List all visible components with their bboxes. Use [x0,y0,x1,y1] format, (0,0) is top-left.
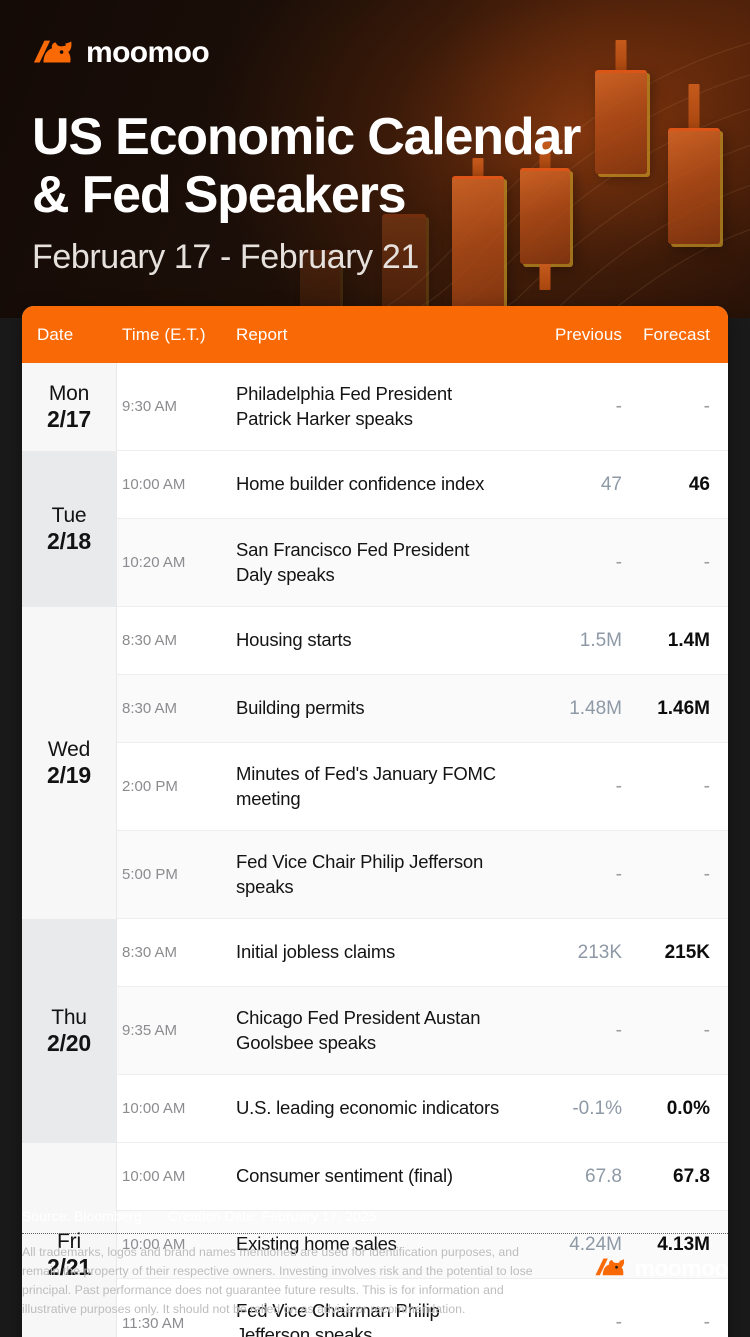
table-body: Mon 2/17 Tue 2/18 Wed 2/19 Thu 2/20 Fri 2/21 9:30… [22,363,728,1337]
cell-forecast: - [703,775,710,797]
footer: Source: Bloomberg Creation Date: Februar… [0,1208,750,1319]
footer-brand-logo: moomoo [594,1243,729,1281]
cell-report: Minutes of Fed's January FOMC meeting [236,763,496,809]
date-cell: Tue 2/18 [22,451,117,607]
table-row: 10:00 AM Consumer sentiment (final) 67.8 67… [117,1143,728,1211]
cell-forecast: 0.0% [666,1097,710,1119]
table-row: 8:30 AM Building permits 1.48M 1.46M [117,675,728,743]
date-cell-daynumber: 2/20 [47,1029,91,1056]
column-header-report: Report [236,324,288,344]
column-header-previous: Previous [555,324,622,344]
table-row: 10:20 AM San Francisco Fed President Daly… [117,519,728,607]
cell-time: 9:30 AM [122,398,178,415]
cell-previous: - [615,1019,622,1041]
date-cell-daynumber: 2/19 [47,761,91,788]
column-header-date: Date [37,324,74,344]
cell-time: 10:00 AM [122,1100,186,1117]
cell-time: 8:30 AM [122,632,178,649]
table-row: 2:00 PM Minutes of Fed's January FOMC mee… [117,743,728,831]
cell-forecast: 215K [664,941,710,963]
cell-forecast: - [703,1019,710,1041]
economic-calendar-table: Date Time (E.T.) Report Previous Forecas… [22,306,728,1337]
cell-time: 8:30 AM [122,700,178,717]
date-cell-daynumber: 2/17 [47,405,91,432]
cell-forecast: - [703,863,710,885]
hero-banner: moomoo US Economic Calendar & Fed Speake… [0,0,750,318]
column-header-forecast: Forecast [643,324,710,344]
date-cell: Thu 2/20 [22,919,117,1143]
cell-forecast: 46 [688,473,710,495]
date-cell-weekday: Thu [51,1005,87,1029]
table-row: 9:35 AM Chicago Fed President Austan Gool… [117,987,728,1075]
cell-report: Building permits [236,697,365,719]
creation-date-label: Creation Date: February 17, 2025 [167,1208,377,1224]
date-cell: Wed 2/19 [22,607,117,919]
date-cell-weekday: Mon [48,381,90,405]
cell-previous: - [615,551,622,573]
date-cell-weekday: Tue [51,503,87,527]
cell-time: 10:20 AM [122,554,186,571]
page-title: US Economic Calendar & Fed Speakers [32,108,581,225]
table-row: 10:00 AM U.S. leading economic indicators… [117,1075,728,1143]
table-row: 5:00 PM Fed Vice Chair Philip Jefferson s… [117,831,728,919]
brand-wordmark: moomoo [86,36,210,69]
table-row: 8:30 AM Housing starts 1.5M 1.4M [117,607,728,675]
cell-time: 5:00 PM [122,866,178,883]
table-row: 9:30 AM Philadelphia Fed President Patric… [117,363,728,451]
date-column: Mon 2/17 Tue 2/18 Wed 2/19 Thu 2/20 Fri 2/21 [22,363,117,1337]
cell-time: 8:30 AM [122,944,178,961]
cell-forecast: - [703,395,710,417]
cell-report: Consumer sentiment (final) [236,1165,453,1187]
brand-logo: moomoo [32,36,750,70]
cell-time: 9:35 AM [122,1022,178,1039]
footer-divider [22,1233,728,1234]
date-cell: Mon 2/17 [22,363,117,451]
cell-previous: -0.1% [572,1097,622,1119]
date-cell-weekday: Wed [47,737,91,761]
moomoo-bull-logo-icon [594,1258,624,1276]
disclaimer-text: All trademarks, logos and brand names me… [22,1245,533,1317]
column-header-time: Time (E.T.) [122,324,206,344]
table-row: 10:00 AM Home builder confidence index 47 4… [117,451,728,519]
cell-time: 10:00 AM [122,476,186,493]
cell-report: Fed Vice Chair Philip Jefferson speaks [236,851,484,897]
cell-report: Chicago Fed President Austan Goolsbee sp… [236,1007,481,1053]
cell-forecast: - [703,551,710,573]
event-rows-column: 9:30 AM Philadelphia Fed President Patric… [117,363,728,1337]
cell-report: Initial jobless claims [236,941,396,963]
cell-previous: 67.8 [585,1165,622,1187]
footer-brand-wordmark: moomoo [634,1254,729,1281]
cell-previous: 1.48M [569,697,622,719]
source-label: Source: Bloomberg [22,1208,142,1224]
cell-report: Philadelphia Fed President Patrick Harke… [236,383,452,429]
cell-report: Home builder confidence index [236,473,485,495]
economic-calendar-infographic: moomoo US Economic Calendar & Fed Speake… [0,0,750,1337]
cell-previous: 1.5M [579,629,622,651]
cell-previous: 47 [600,473,622,495]
cell-time: 10:00 AM [122,1168,186,1185]
cell-forecast: 1.4M [667,629,710,651]
table-header-row: Date Time (E.T.) Report Previous Forecas… [22,306,728,363]
cell-previous: - [615,775,622,797]
moomoo-bull-logo-icon [33,40,72,63]
cell-previous: 213K [577,941,622,963]
cell-time: 2:00 PM [122,778,178,795]
date-cell-daynumber: 2/18 [47,527,91,554]
cell-report: San Francisco Fed President Daly speaks [236,539,470,585]
cell-previous: - [615,863,622,885]
cell-previous: - [615,395,622,417]
date-range-subtitle: February 17 - February 21 [32,238,419,277]
cell-forecast: 1.46M [657,697,710,719]
cell-report: U.S. leading economic indicators [236,1097,500,1119]
cell-report: Housing starts [236,629,352,651]
table-row: 8:30 AM Initial jobless claims 213K 215K [117,919,728,987]
cell-forecast: 67.8 [673,1165,710,1187]
